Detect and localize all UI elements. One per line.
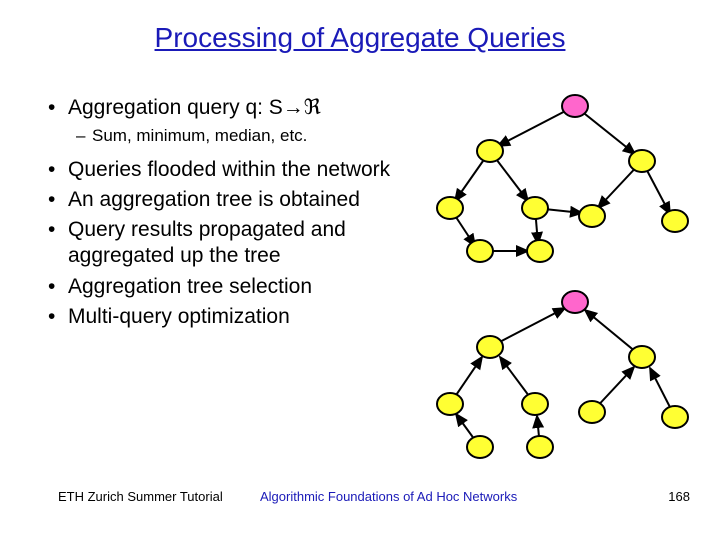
bullet-propagated: Query results propagated and aggregated …: [48, 217, 428, 270]
graph-flood: [420, 86, 690, 266]
bullet-list-2: Queries flooded within the network An ag…: [48, 157, 428, 331]
page-number: 168: [668, 489, 690, 504]
slide: Processing of Aggregate Queries Aggregat…: [0, 0, 720, 540]
bullet-flooded: Queries flooded within the network: [48, 157, 428, 183]
slide-body: Aggregation query q: S→ℜ Sum, minimum, m…: [48, 95, 428, 334]
footer-left: ETH Zurich Summer Tutorial: [58, 489, 223, 504]
sub-bullet-list: Sum, minimum, median, etc.: [76, 125, 428, 146]
bullet-tree-obtained: An aggregation tree is obtained: [48, 187, 428, 213]
slide-title: Processing of Aggregate Queries: [0, 22, 720, 54]
bullet-aggregation-query: Aggregation query q: S→ℜ: [48, 95, 428, 121]
graph-aggregate: [420, 282, 690, 467]
bullet-tree-selection: Aggregation tree selection: [48, 274, 428, 300]
footer-center: Algorithmic Foundations of Ad Hoc Networ…: [260, 489, 517, 504]
graph-flood-svg: [420, 86, 690, 266]
graph-aggregate-svg: [420, 282, 690, 467]
bullet-multi-query: Multi-query optimization: [48, 304, 428, 330]
bullet-list: Aggregation query q: S→ℜ: [48, 95, 428, 121]
sub-bullet-examples: Sum, minimum, median, etc.: [76, 125, 428, 146]
